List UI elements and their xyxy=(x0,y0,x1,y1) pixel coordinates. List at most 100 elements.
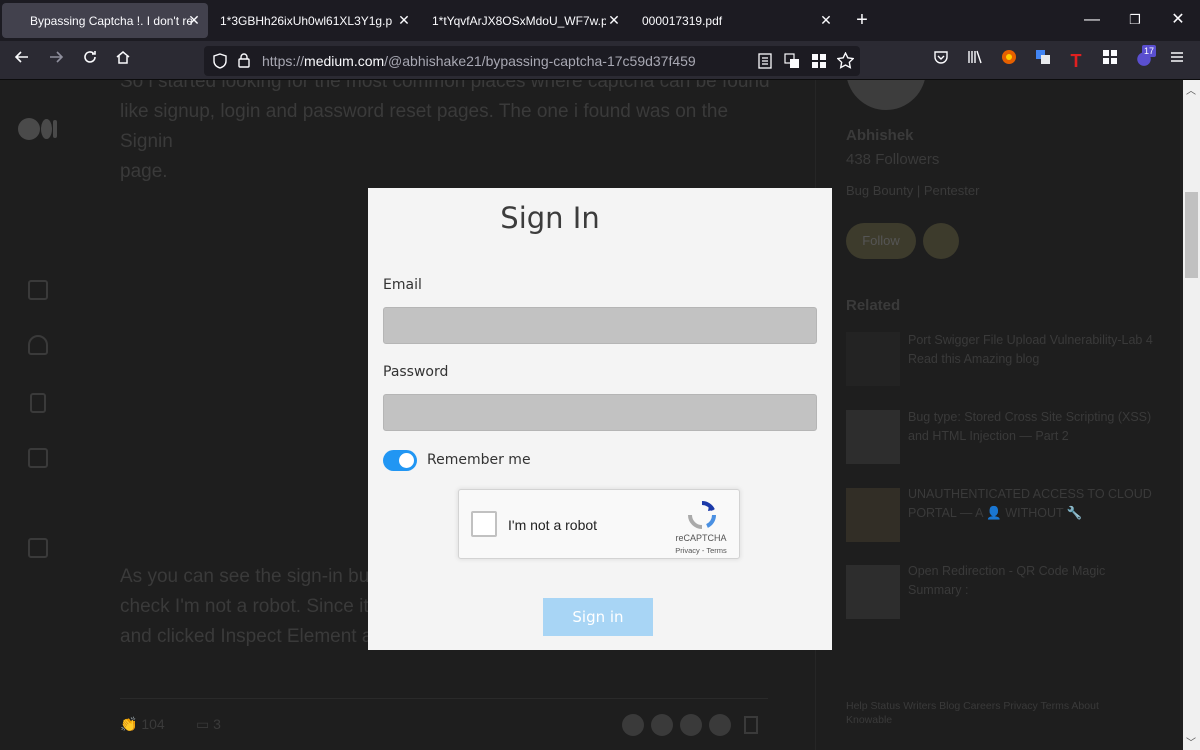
related-thumbnail[interactable] xyxy=(846,565,900,619)
password-label: Password xyxy=(383,364,449,380)
reader-view-icon[interactable] xyxy=(758,53,772,74)
email-field[interactable] xyxy=(383,307,817,344)
twitter-share-icon[interactable] xyxy=(622,714,644,736)
tab-label: Bypassing Captcha !. I don't rea xyxy=(30,13,192,28)
tab-close-icon[interactable]: ✕ xyxy=(396,12,412,28)
tab-close-icon[interactable]: ✕ xyxy=(606,12,622,28)
forward-icon[interactable] xyxy=(44,49,68,73)
recaptcha-brand: reCAPTCHA xyxy=(675,533,727,543)
save-bookmark-icon[interactable] xyxy=(744,716,758,734)
notifications-bell-icon[interactable] xyxy=(28,335,48,355)
linkedin-share-icon[interactable] xyxy=(680,714,702,736)
badge-extension-icon[interactable]: 17 xyxy=(1132,45,1157,73)
t-extension-icon[interactable]: T xyxy=(1064,49,1088,73)
article-line: page. xyxy=(120,161,168,182)
firefox-extension-icon[interactable] xyxy=(997,49,1021,73)
tab-close-icon[interactable]: ✕ xyxy=(186,12,202,28)
navigation-toolbar: https://medium.com/@abhishake21/bypassin… xyxy=(0,41,1200,80)
tab-bypassing-captcha[interactable]: Bypassing Captcha !. I don't rea ✕ xyxy=(2,3,208,38)
tab-pdf[interactable]: 000017319.pdf ✕ xyxy=(628,3,840,38)
right-sidebar: Abhishek 438 Followers Bug Bounty | Pent… xyxy=(815,80,1185,750)
subscribe-mail-icon[interactable] xyxy=(923,223,959,259)
tab-label: 000017319.pdf xyxy=(642,13,723,28)
toggle-knob xyxy=(399,453,414,468)
related-subtitle: Read this Amazing blog xyxy=(908,352,1040,366)
recaptcha-privacy-terms[interactable]: Privacy - Terms xyxy=(665,546,737,555)
tab-close-icon[interactable]: ✕ xyxy=(818,12,834,28)
author-bio: Bug Bounty | Pentester xyxy=(846,183,980,198)
bookmark-star-icon[interactable] xyxy=(836,51,855,74)
bookmarks-rail-icon[interactable] xyxy=(30,393,46,413)
related-title: Open Redirection - QR Code Magic xyxy=(908,564,1106,578)
pocket-icon[interactable] xyxy=(929,49,953,73)
vertical-scrollbar[interactable] xyxy=(1183,80,1200,750)
extensions-puzzle-icon[interactable] xyxy=(1098,49,1122,73)
facebook-share-icon[interactable] xyxy=(651,714,673,736)
related-thumbnail[interactable] xyxy=(846,332,900,386)
tab-image-2[interactable]: 1*tYqvfArJX8OSxMdoU_WF7w.png ( ✕ xyxy=(418,3,628,38)
clap-button[interactable]: 👏 104 xyxy=(120,716,165,733)
extensions-grid-icon[interactable] xyxy=(811,53,827,74)
related-heading: Related xyxy=(846,297,901,314)
signin-button[interactable]: Sign in xyxy=(543,598,653,636)
shield-icon[interactable] xyxy=(212,53,228,74)
recaptcha-logo-icon xyxy=(687,500,717,535)
tab-bar: Bypassing Captcha !. I don't rea ✕ 1*3GB… xyxy=(0,0,1200,41)
translate-extension-icon[interactable] xyxy=(1031,49,1055,73)
stories-rail-icon[interactable] xyxy=(28,448,48,468)
scroll-up-icon[interactable]: ︿ xyxy=(1186,82,1196,97)
email-label: Email xyxy=(383,277,422,293)
tab-image-1[interactable]: 1*3GBHh26ixUh0wl61XL3Y1g.png ( ✕ xyxy=(208,3,418,38)
scrollbar-thumb[interactable] xyxy=(1185,192,1198,278)
menu-hamburger-icon[interactable] xyxy=(1165,49,1189,73)
url-text[interactable]: https://medium.com/@abhishake21/bypassin… xyxy=(262,53,696,69)
related-item[interactable]: UNAUTHENTICATED ACCESS TO CLOUD PORTAL —… xyxy=(908,485,1158,523)
signin-modal: Sign In Email Password Remember me I'm n… xyxy=(368,188,832,650)
remember-me-toggle[interactable] xyxy=(383,450,417,471)
extension-badge-count: 17 xyxy=(1142,45,1157,57)
related-subtitle: Summary : xyxy=(908,583,969,597)
password-field[interactable] xyxy=(383,394,817,431)
address-bar[interactable]: https://medium.com/@abhishake21/bypassin… xyxy=(204,46,860,76)
related-item[interactable]: Open Redirection - QR Code Magic Summary … xyxy=(908,562,1158,600)
back-icon[interactable] xyxy=(10,49,34,73)
library-icon[interactable] xyxy=(963,49,987,73)
reload-icon[interactable] xyxy=(78,49,102,73)
tab-label: 1*3GBHh26ixUh0wl61XL3Y1g.png ( xyxy=(220,13,392,28)
home-icon[interactable] xyxy=(111,49,135,73)
write-rail-icon[interactable] xyxy=(28,538,48,558)
tab-label: 1*tYqvfArJX8OSxMdoU_WF7w.png ( xyxy=(432,13,606,28)
scroll-down-icon[interactable]: ﹀ xyxy=(1186,734,1196,749)
article-paragraph-1: So i started looking for the most common… xyxy=(120,80,780,187)
copy-link-icon[interactable] xyxy=(709,714,731,736)
recaptcha-label: I'm not a robot xyxy=(508,517,598,533)
close-window-button[interactable]: ✕ xyxy=(1166,8,1190,32)
lock-icon[interactable] xyxy=(237,52,251,73)
article-divider xyxy=(120,698,768,699)
related-thumbnail[interactable] xyxy=(846,488,900,542)
related-item[interactable]: Bug type: Stored Cross Site Scripting (X… xyxy=(908,408,1158,446)
new-tab-button[interactable]: + xyxy=(850,8,874,32)
medium-logo[interactable] xyxy=(18,118,57,140)
minimize-button[interactable]: — xyxy=(1080,8,1104,32)
related-title: Port Swigger File Upload Vulnerability-L… xyxy=(908,333,1153,347)
modal-title: Sign In xyxy=(500,201,600,235)
related-title: UNAUTHENTICATED ACCESS TO CLOUD PORTAL —… xyxy=(908,487,1152,520)
footer-links[interactable]: Help Status Writers Blog Careers Privacy… xyxy=(846,699,1136,727)
remember-me-label: Remember me xyxy=(427,452,531,468)
translate-icon[interactable] xyxy=(784,53,800,74)
follow-button[interactable]: Follow xyxy=(846,223,916,259)
home-rail-icon[interactable] xyxy=(28,280,48,300)
article-line: So i started looking for the most common… xyxy=(120,80,770,92)
related-title: Bug type: Stored Cross Site Scripting (X… xyxy=(908,410,1152,443)
related-thumbnail[interactable] xyxy=(846,410,900,464)
article-line: like signup, login and password reset pa… xyxy=(120,101,729,152)
author-followers[interactable]: 438 Followers xyxy=(846,151,939,168)
related-item[interactable]: Port Swigger File Upload Vulnerability-L… xyxy=(908,331,1158,369)
author-name[interactable]: Abhishek xyxy=(846,127,914,144)
author-avatar[interactable] xyxy=(846,80,926,110)
restore-button[interactable]: ❐ xyxy=(1123,8,1147,32)
recaptcha-checkbox[interactable] xyxy=(471,511,497,537)
recaptcha-widget: I'm not a robot reCAPTCHA Privacy - Term… xyxy=(458,489,740,559)
responses-button[interactable]: ▭ 3 xyxy=(196,716,221,733)
